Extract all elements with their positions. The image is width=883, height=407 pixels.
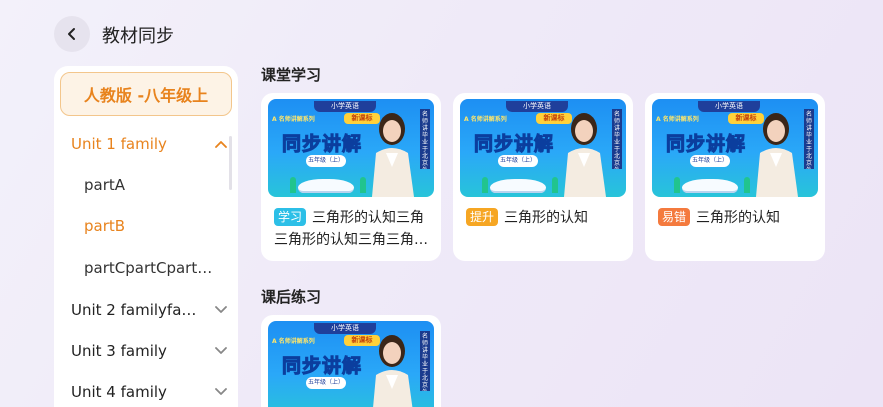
teacher-portrait-icon <box>372 113 414 197</box>
plant-icon <box>290 177 296 193</box>
practice-card-1[interactable]: 小学英语 A 名师讲解系列 新课标 同步讲解 五年级（上） 名师讲 毕业于北京外… <box>261 315 441 407</box>
sidebar-scrollbar[interactable] <box>229 136 232 190</box>
thumbnail-series: A 名师讲解系列 <box>272 338 315 345</box>
thumbnail-grade: 五年级（上） <box>690 155 730 167</box>
lesson-card-info: 学习三角形的认知三角三角形的认知三角三角形的认知 <box>274 207 434 251</box>
lesson-thumbnail: 小学英语 A 名师讲解系列 新课标 同步讲解 五年级（上） 名师讲 毕业于北京外… <box>460 99 626 197</box>
unit-label: Unit 1 family <box>71 135 167 153</box>
teacher-portrait-icon <box>373 335 413 407</box>
plant-icon <box>674 177 680 193</box>
chevron-down-icon <box>215 388 227 395</box>
edition-selector[interactable]: 人教版 -八年级上 <box>60 72 232 116</box>
sidebar-unit-1[interactable]: Unit 1 family <box>71 132 227 156</box>
sidebar-unit-4[interactable]: Unit 4 family <box>71 380 227 404</box>
lesson-card-3[interactable]: 小学英语 A 名师讲解系列 新课标 同步讲解 五年级（上） 名师讲 毕业于北京外… <box>645 93 825 261</box>
thumbnail-headline: 同步讲解 <box>473 133 555 156</box>
chevron-down-icon <box>215 306 227 313</box>
thumbnail-teacher-banner: 名师讲 毕业于北京外国语大学 <box>420 109 430 169</box>
unit-label: Unit 3 family <box>71 342 167 360</box>
sidebar-unit-2[interactable]: Unit 2 familyfamily <box>71 298 227 322</box>
practice-thumbnail: 小学英语 A 名师讲解系列 新课标 同步讲解 五年级（上） 名师讲 毕业于北京外… <box>268 321 434 407</box>
book-icon <box>490 179 546 193</box>
badge-study: 学习 <box>274 208 307 226</box>
thumbnail-grade: 五年级（上） <box>306 155 346 167</box>
chevron-left-icon <box>68 28 75 40</box>
unit-label: Unit 2 familyfamily <box>71 301 199 319</box>
badge-improve: 提升 <box>466 208 499 226</box>
lesson-card-info: 易错 三角形的认知 <box>658 207 818 229</box>
lesson-thumbnail: 小学英语 A 名师讲解系列 新课标 同步讲解 五年级（上） 名师讲 毕业于北京外… <box>268 99 434 197</box>
plant-icon <box>482 177 488 193</box>
section-title-classroom: 课堂学习 <box>261 66 322 84</box>
lesson-card-info: 提升 三角形的认知 <box>466 207 626 229</box>
teacher-portrait-icon <box>756 113 798 197</box>
thumbnail-headline: 同步讲解 <box>665 133 747 156</box>
thumbnail-teacher-banner: 名师讲 毕业于北京外国语大学 <box>612 109 622 169</box>
thumbnail-grade: 五年级（上） <box>498 155 538 167</box>
book-icon <box>298 179 354 193</box>
sidebar-part-a[interactable]: partA <box>84 176 224 198</box>
sidebar-part-c[interactable]: partCpartCpartCpartC <box>84 259 220 281</box>
page-title: 教材同步 <box>102 26 174 47</box>
sidebar-unit-3[interactable]: Unit 3 family <box>71 339 227 363</box>
thumbnail-headline: 同步讲解 <box>281 355 363 378</box>
chevron-up-icon <box>215 141 227 148</box>
book-icon <box>682 179 738 193</box>
unit-label: Unit 4 family <box>71 383 167 401</box>
thumbnail-teacher-banner: 名师讲 毕业于北京外国语大学 <box>420 331 430 391</box>
lesson-title: 三角形的认知 <box>696 210 781 226</box>
sidebar-part-b[interactable]: partB <box>84 217 224 239</box>
thumbnail-series: A 名师讲解系列 <box>464 116 507 123</box>
chevron-down-icon <box>215 347 227 354</box>
section-title-after-class: 课后练习 <box>261 288 322 306</box>
badge-error-prone: 易错 <box>658 208 691 226</box>
lesson-thumbnail: 小学英语 A 名师讲解系列 新课标 同步讲解 五年级（上） 名师讲 毕业于北京外… <box>652 99 818 197</box>
teacher-portrait-icon <box>564 113 606 197</box>
thumbnail-grade: 五年级（上） <box>306 377 346 389</box>
lesson-card-2[interactable]: 小学英语 A 名师讲解系列 新课标 同步讲解 五年级（上） 名师讲 毕业于北京外… <box>453 93 633 261</box>
thumbnail-headline: 同步讲解 <box>281 133 363 156</box>
thumbnail-series: A 名师讲解系列 <box>272 116 315 123</box>
lesson-card-1[interactable]: 小学英语 A 名师讲解系列 新课标 同步讲解 五年级（上） 名师讲 毕业于北京外… <box>261 93 441 261</box>
back-button[interactable] <box>54 16 90 52</box>
lesson-title: 三角形的认知 <box>504 210 589 226</box>
thumbnail-teacher-banner: 名师讲 毕业于北京外国语大学 <box>804 109 814 169</box>
thumbnail-series: A 名师讲解系列 <box>656 116 699 123</box>
